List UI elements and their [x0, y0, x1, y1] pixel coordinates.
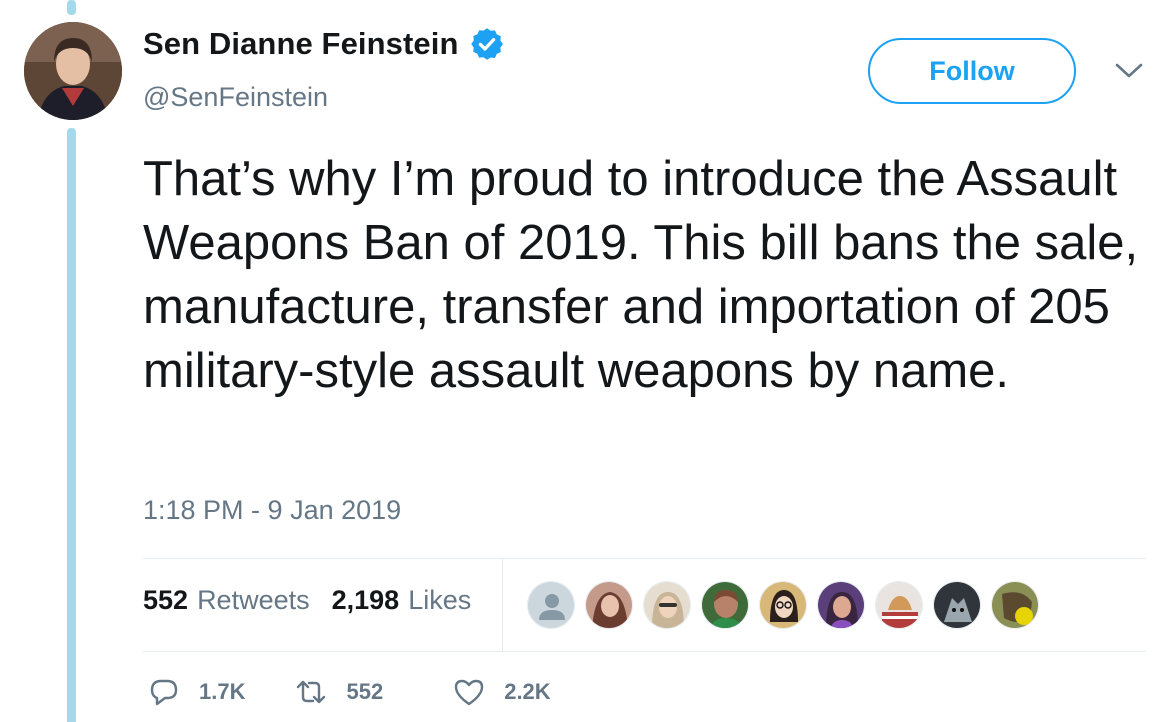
- retweets-count: 552: [143, 585, 189, 615]
- retweet-action[interactable]: 552: [295, 676, 383, 708]
- avatar-photo-icon: [644, 582, 690, 628]
- avatar-photo-icon: [760, 582, 806, 628]
- reply-action[interactable]: 1.7K: [148, 676, 245, 708]
- liker-avatar[interactable]: [701, 581, 749, 629]
- liker-avatar[interactable]: [991, 581, 1039, 629]
- avatar-photo-icon: [992, 582, 1038, 628]
- thread-line-bottom: [67, 128, 76, 722]
- stats-divider: [502, 559, 503, 651]
- avatar-photo-icon: [702, 582, 748, 628]
- retweets-stat[interactable]: 552 Retweets: [143, 585, 310, 616]
- tweet-text: That’s why I’m proud to introduce the As…: [143, 152, 1139, 398]
- divider-top: [143, 558, 1146, 559]
- liker-avatar[interactable]: [585, 581, 633, 629]
- retweets-label: Retweets: [197, 585, 310, 615]
- avatar-photo-icon: [586, 582, 632, 628]
- verified-badge-icon: [470, 28, 503, 60]
- heart-icon: [455, 679, 484, 706]
- liker-avatar[interactable]: [643, 581, 691, 629]
- tweet-stats: 552 Retweets 2,198 Likes: [143, 585, 471, 616]
- avatar-photo-icon: [934, 582, 980, 628]
- tweet-actions: 1.7K 552 2.2K: [148, 676, 551, 708]
- chevron-down-icon[interactable]: [1114, 60, 1144, 82]
- liker-avatar[interactable]: [817, 581, 865, 629]
- liker-avatars: [527, 581, 1049, 629]
- like-action[interactable]: 2.2K: [453, 676, 551, 708]
- reply-count: 1.7K: [199, 679, 246, 704]
- liker-avatar[interactable]: [759, 581, 807, 629]
- likes-label: Likes: [408, 585, 472, 615]
- retweet-icon: [297, 680, 326, 704]
- thread-line-top: [67, 0, 76, 15]
- tweet-timestamp[interactable]: 1:18 PM - 9 Jan 2019: [143, 495, 401, 526]
- divider-bottom: [143, 651, 1146, 652]
- author-display-name[interactable]: Sen Dianne Feinstein: [143, 26, 459, 62]
- like-count: 2.2K: [504, 679, 551, 704]
- liker-avatar[interactable]: [933, 581, 981, 629]
- liker-avatar[interactable]: [875, 581, 923, 629]
- avatar-photo-icon: [818, 582, 864, 628]
- likes-stat[interactable]: 2,198 Likes: [332, 585, 472, 616]
- tweet-page: Sen Dianne Feinstein @SenFeinstein Follo…: [0, 0, 1174, 722]
- follow-button[interactable]: Follow: [868, 38, 1076, 104]
- author-handle[interactable]: @SenFeinstein: [143, 82, 328, 113]
- retweet-count: 552: [346, 679, 384, 704]
- likes-count: 2,198: [331, 585, 400, 615]
- profile-photo-icon: [24, 22, 122, 120]
- reply-icon: [150, 679, 178, 706]
- author-name-row: Sen Dianne Feinstein: [143, 26, 505, 62]
- liker-avatar-default[interactable]: [527, 581, 575, 629]
- avatar-photo-icon: [876, 582, 922, 628]
- default-avatar-icon: [528, 582, 574, 628]
- author-avatar[interactable]: [24, 22, 122, 120]
